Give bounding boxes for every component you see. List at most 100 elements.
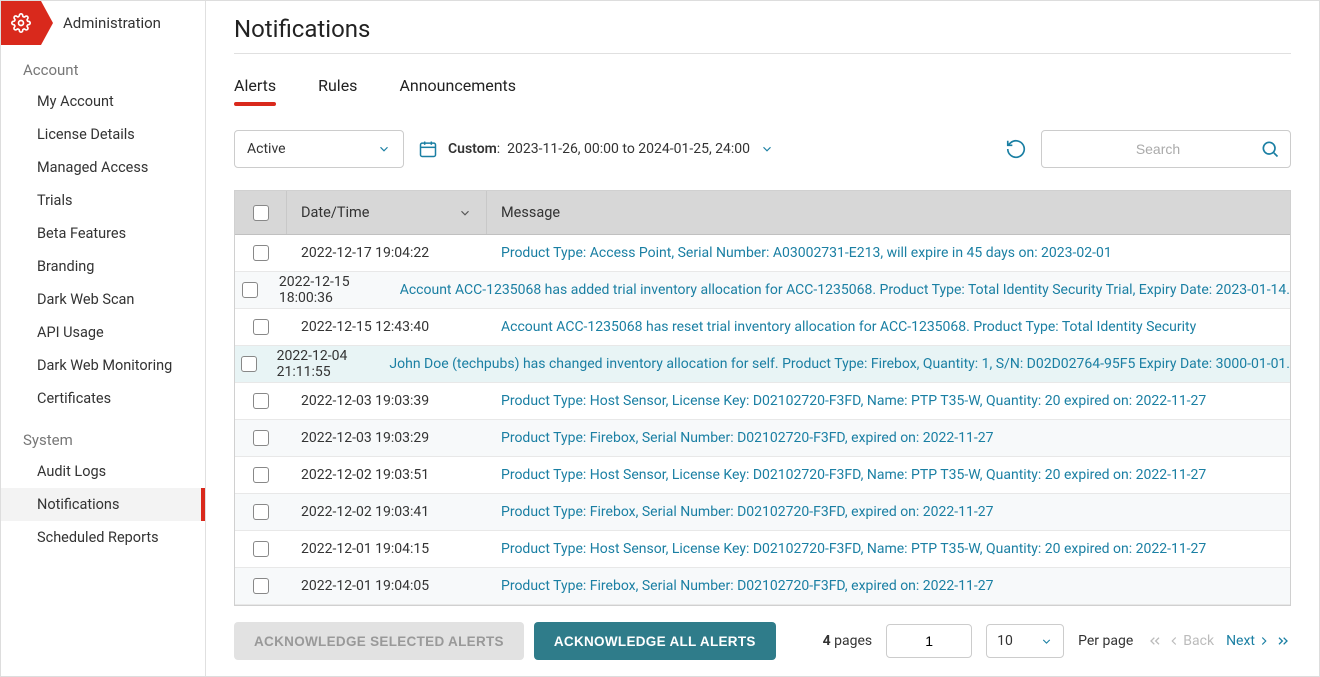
- table-row[interactable]: 2022-12-03 19:03:39 Product Type: Host Se…: [235, 383, 1290, 420]
- prev-page-button: Back: [1167, 633, 1214, 649]
- sidebar-section-label: Account: [1, 61, 205, 85]
- row-message-link[interactable]: John Doe (techpubs) has changed inventor…: [389, 356, 1290, 372]
- row-datetime: 2022-12-15 18:00:36: [265, 272, 386, 308]
- sidebar-item-notifications[interactable]: Notifications: [1, 488, 205, 521]
- page-title: Notifications: [234, 15, 1291, 54]
- row-datetime: 2022-12-17 19:04:22: [287, 235, 487, 271]
- sidebar-item-dark-web-monitoring[interactable]: Dark Web Monitoring: [1, 349, 205, 382]
- status-filter-select[interactable]: Active: [234, 130, 404, 168]
- row-checkbox[interactable]: [253, 467, 269, 483]
- table-row[interactable]: 2022-12-02 19:03:41Product Type: Firebox…: [235, 494, 1290, 531]
- column-label: Date/Time: [301, 204, 369, 221]
- date-range-filter[interactable]: Custom: 2023-11-26, 00:00 to 2024-01-25,…: [418, 139, 774, 159]
- table-row[interactable]: 2022-12-01 19:04:05 Product Type: Firebox…: [235, 568, 1290, 605]
- sidebar-item-label: Managed Access: [37, 159, 148, 176]
- row-checkbox[interactable]: [253, 430, 269, 446]
- row-checkbox-cell[interactable]: [235, 309, 287, 345]
- row-checkbox-cell[interactable]: [235, 235, 287, 271]
- sidebar-section-system: System Audit Logs Notifications Schedule…: [1, 415, 205, 554]
- sidebar-item-label: Branding: [37, 258, 94, 275]
- pagination: 4 pages 10 Per page Back Next: [823, 624, 1291, 658]
- table-header: Date/Time Message: [235, 191, 1290, 235]
- sidebar-item-dark-web-scan[interactable]: Dark Web Scan: [1, 283, 205, 316]
- table-row[interactable]: 2022-12-01 19:04:15 Product Type: Host Se…: [235, 531, 1290, 568]
- sidebar-item-certificates[interactable]: Certificates: [1, 382, 205, 415]
- table-row[interactable]: 2022-12-15 12:43:40 Account ACC-1235068 h…: [235, 309, 1290, 346]
- refresh-icon[interactable]: [1005, 138, 1027, 160]
- column-header-datetime[interactable]: Date/Time: [287, 191, 487, 234]
- sidebar-item-branding[interactable]: Branding: [1, 250, 205, 283]
- row-checkbox-cell[interactable]: [235, 383, 287, 419]
- acknowledge-all-button[interactable]: ACKNOWLEDGE ALL ALERTS: [534, 622, 776, 660]
- table-row[interactable]: 2022-12-02 19:03:51Product Type: Host Se…: [235, 457, 1290, 494]
- sidebar-item-api-usage[interactable]: API Usage: [1, 316, 205, 349]
- chevron-down-icon: [760, 142, 774, 156]
- sidebar-item-my-account[interactable]: My Account: [1, 85, 205, 118]
- table-row[interactable]: 2022-12-03 19:03:29 Product Type: Firebox…: [235, 420, 1290, 457]
- column-header-message[interactable]: Message: [487, 191, 1290, 234]
- row-checkbox[interactable]: [253, 504, 269, 520]
- row-checkbox[interactable]: [253, 541, 269, 557]
- tab-rules[interactable]: Rules: [318, 76, 357, 105]
- row-message-cell: Account ACC-1235068 has reset trial inve…: [487, 309, 1290, 345]
- row-checkbox-cell[interactable]: [235, 272, 265, 308]
- row-message-cell: Account ACC-1235068 has added trial inve…: [386, 272, 1290, 308]
- row-checkbox-cell[interactable]: [235, 494, 287, 530]
- sidebar-item-trials[interactable]: Trials: [1, 184, 205, 217]
- row-message-link[interactable]: Product Type: Access Point, Serial Numbe…: [501, 245, 1112, 261]
- date-range-label: Custom: 2023-11-26, 00:00 to 2024-01-25,…: [448, 141, 750, 157]
- row-message-link[interactable]: Account ACC-1235068 has added trial inve…: [400, 282, 1290, 298]
- date-range-value: 2023-11-26, 00:00 to 2024-01-25, 24:00: [507, 141, 750, 157]
- tab-label: Alerts: [234, 76, 276, 95]
- row-datetime: 2022-12-01 19:04:15: [287, 531, 487, 567]
- next-page-button[interactable]: Next: [1226, 633, 1271, 649]
- sidebar-item-label: Notifications: [37, 496, 119, 513]
- row-checkbox-cell[interactable]: [235, 457, 287, 493]
- select-all-cell[interactable]: [235, 191, 287, 234]
- row-checkbox[interactable]: [253, 578, 269, 594]
- row-datetime: 2022-12-03 19:03:29: [287, 420, 487, 456]
- row-checkbox[interactable]: [241, 356, 257, 372]
- row-datetime: 2022-12-15 12:43:40: [287, 309, 487, 345]
- tab-label: Announcements: [399, 76, 516, 95]
- tab-announcements[interactable]: Announcements: [399, 76, 516, 105]
- row-checkbox[interactable]: [253, 393, 269, 409]
- last-page-button[interactable]: [1275, 633, 1291, 649]
- row-message-link[interactable]: Product Type: Host Sensor, License Key: …: [501, 541, 1206, 557]
- row-message-link[interactable]: Account ACC-1235068 has reset trial inve…: [501, 319, 1196, 335]
- sidebar-section-account: Account My Account License Details Manag…: [1, 45, 205, 415]
- row-datetime: 2022-12-03 19:03:39: [287, 383, 487, 419]
- sidebar-item-audit-logs[interactable]: Audit Logs: [1, 455, 205, 488]
- row-message-link[interactable]: Product Type: Firebox, Serial Number: D0…: [501, 504, 993, 520]
- row-message-link[interactable]: Product Type: Host Sensor, License Key: …: [501, 393, 1206, 409]
- table-row[interactable]: 2022-12-15 18:00:36 Account ACC-1235068 h…: [235, 272, 1290, 309]
- table-body: 2022-12-17 19:04:22 Product Type: Access …: [235, 235, 1290, 605]
- sidebar-item-label: Dark Web Monitoring: [37, 357, 172, 374]
- row-message-link[interactable]: Product Type: Host Sensor, License Key: …: [501, 467, 1206, 483]
- row-datetime: 2022-12-01 19:04:05: [287, 568, 487, 604]
- search-input[interactable]: [1056, 141, 1260, 157]
- row-checkbox[interactable]: [242, 282, 258, 298]
- row-message-link[interactable]: Product Type: Firebox, Serial Number: D0…: [501, 578, 993, 594]
- row-message-link[interactable]: Product Type: Firebox, Serial Number: D0…: [501, 430, 993, 446]
- per-page-label: Per page: [1078, 633, 1133, 649]
- row-checkbox[interactable]: [253, 319, 269, 335]
- sidebar-item-license-details[interactable]: License Details: [1, 118, 205, 151]
- gear-icon: [11, 13, 31, 33]
- search-box[interactable]: [1041, 130, 1291, 168]
- per-page-select[interactable]: 10: [986, 624, 1064, 658]
- sidebar-item-scheduled-reports[interactable]: Scheduled Reports: [1, 521, 205, 554]
- row-checkbox-cell[interactable]: [235, 531, 287, 567]
- sidebar-item-managed-access[interactable]: Managed Access: [1, 151, 205, 184]
- sidebar-item-beta-features[interactable]: Beta Features: [1, 217, 205, 250]
- table-row[interactable]: 2022-12-04 21:11:55John Doe (techpubs) h…: [235, 346, 1290, 383]
- page-number-input[interactable]: [886, 624, 972, 658]
- select-all-checkbox[interactable]: [253, 205, 269, 221]
- row-checkbox-cell[interactable]: [235, 568, 287, 604]
- tab-alerts[interactable]: Alerts: [234, 76, 276, 105]
- sidebar: Administration Account My Account Licens…: [1, 1, 206, 676]
- row-checkbox-cell[interactable]: [235, 420, 287, 456]
- row-checkbox[interactable]: [253, 245, 269, 261]
- table-row[interactable]: 2022-12-17 19:04:22 Product Type: Access …: [235, 235, 1290, 272]
- row-checkbox-cell[interactable]: [235, 346, 263, 382]
